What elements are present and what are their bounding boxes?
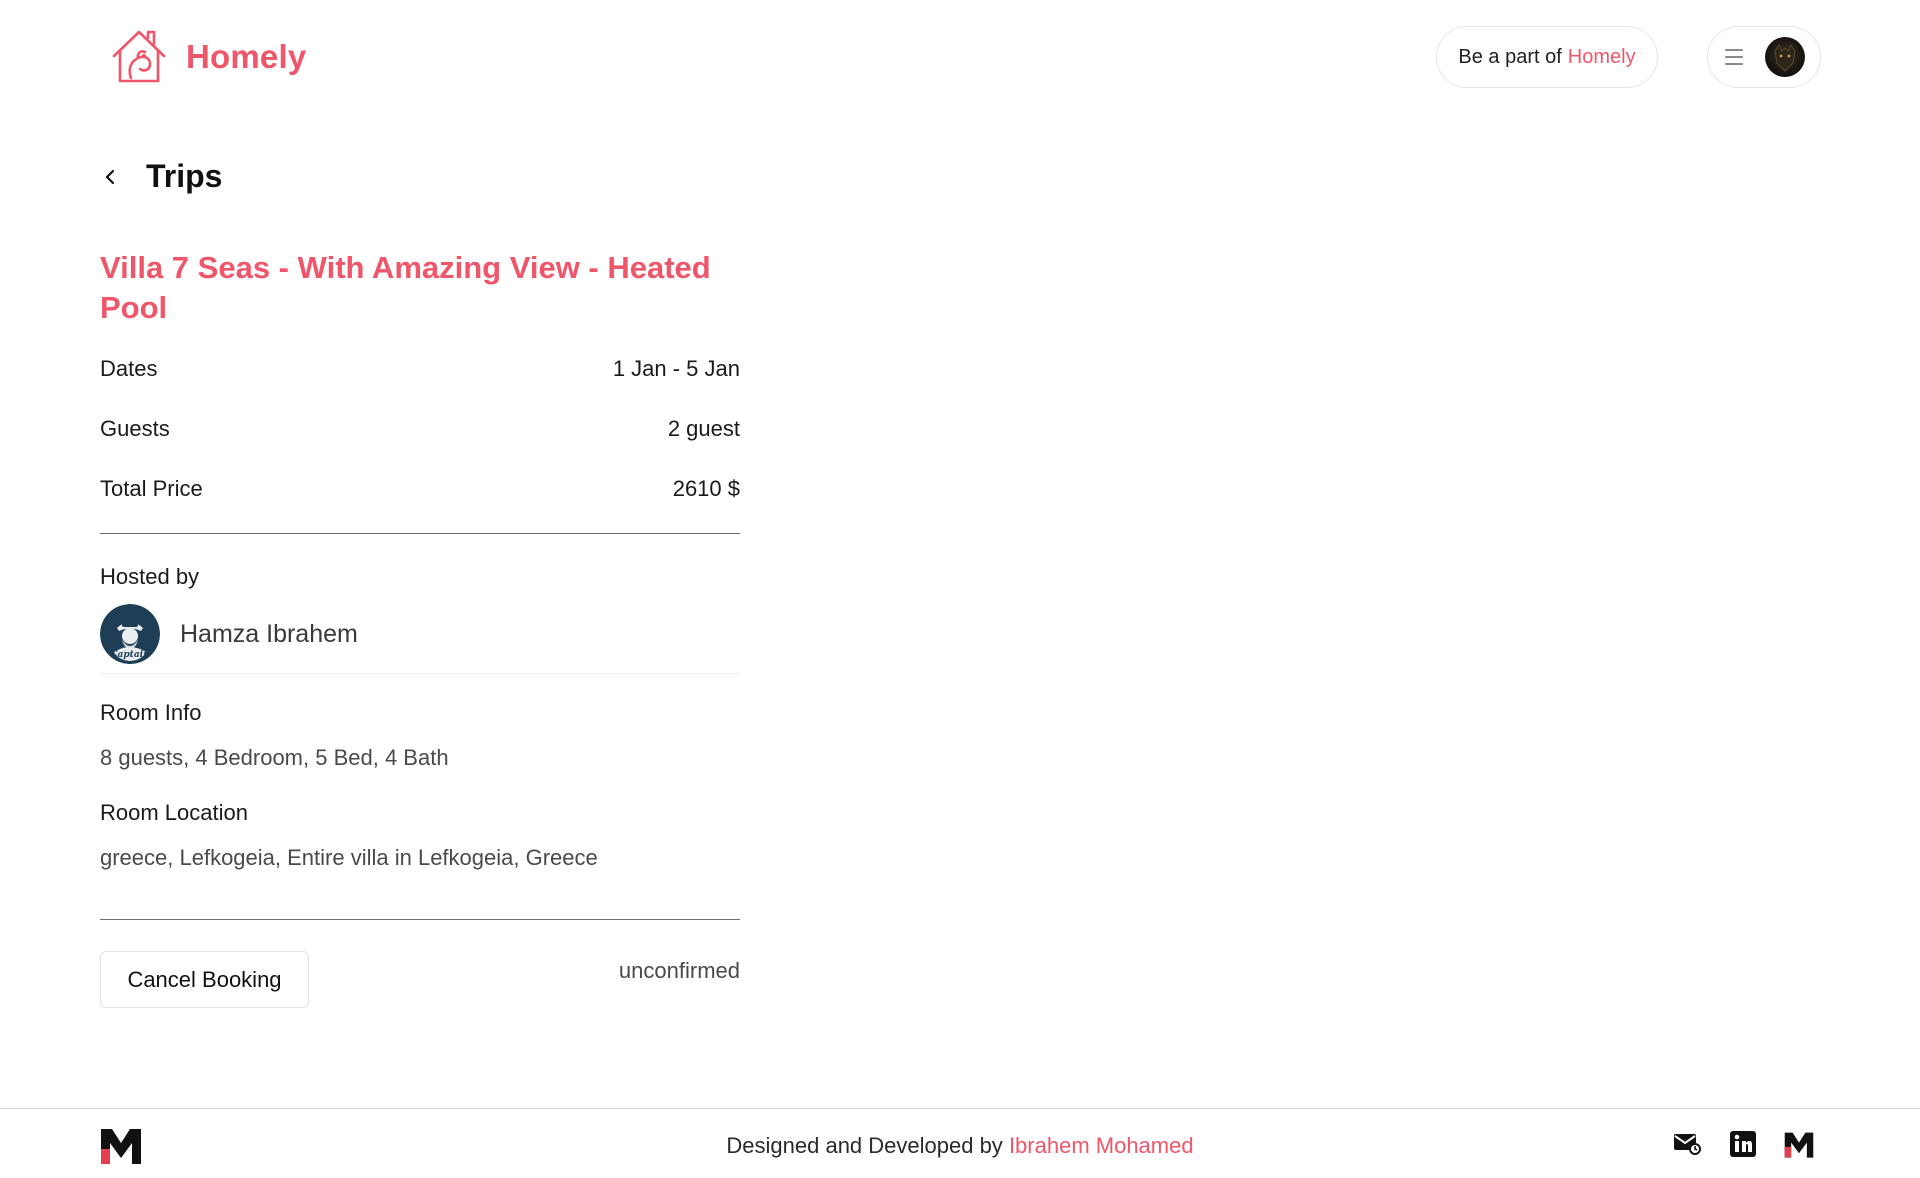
booking-status: unconfirmed — [618, 958, 740, 983]
user-avatar — [1765, 37, 1805, 77]
listing-title[interactable]: Villa 7 Seas - With Amazing View - Heate… — [100, 248, 760, 328]
top-navbar: Homely Be a part of Homely — [0, 0, 1920, 116]
host-avatar: Captain — [100, 604, 160, 664]
user-menu-button[interactable] — [1707, 26, 1821, 88]
divider — [100, 533, 740, 534]
credit-prefix: Designed and Developed by — [726, 1133, 1003, 1158]
portfolio-logo-icon[interactable] — [1784, 1129, 1814, 1159]
guests-row: Guests 2 guest — [100, 416, 740, 442]
dates-row: Dates 1 Jan - 5 Jan — [100, 356, 740, 382]
brand-link[interactable]: Homely — [108, 26, 306, 88]
linkedin-icon[interactable] — [1728, 1129, 1758, 1159]
chevron-left-icon — [105, 169, 115, 184]
total-price-label: Total Price — [100, 476, 203, 501]
dates-label: Dates — [100, 356, 158, 381]
divider — [100, 673, 740, 674]
page-title: Trips — [146, 158, 223, 194]
mail-icon[interactable] — [1672, 1129, 1702, 1159]
total-price-row: Total Price 2610 $ — [100, 476, 740, 502]
dates-value: 1 Jan - 5 Jan — [612, 356, 740, 381]
host-cta-brand: Homely — [1567, 45, 1636, 68]
divider — [100, 919, 740, 920]
page-header: Trips — [100, 158, 222, 195]
homely-logo-icon — [112, 30, 166, 83]
host-name: Hamza Ibrahem — [180, 619, 358, 648]
trip-details-page: Homely Be a part of Homely Trips Villa 7… — [0, 0, 1920, 1178]
guests-label: Guests — [100, 416, 170, 441]
become-host-button[interactable]: Be a part of Homely — [1436, 26, 1658, 88]
brand-name: Homely — [186, 38, 307, 75]
host-info[interactable]: Captain Hamza Ibrahem — [100, 604, 358, 664]
room-info-label: Room Info — [100, 700, 202, 725]
room-info-text: 8 guests, 4 Bedroom, 5 Bed, 4 Bath — [100, 745, 449, 770]
room-location-label: Room Location — [100, 800, 248, 825]
hamburger-menu-icon — [1725, 49, 1743, 65]
back-button[interactable] — [100, 162, 120, 192]
hosted-by-label: Hosted by — [100, 564, 200, 589]
host-cta-prefix: Be a part of — [1458, 45, 1562, 68]
guests-value: 2 guest — [667, 416, 740, 441]
footer: Designed and Developed by Ibrahem Mohame… — [0, 1108, 1920, 1178]
total-price-value: 2610 $ — [672, 476, 740, 501]
room-location-text: greece, Lefkogeia, Entire villa in Lefko… — [100, 845, 598, 870]
social-links — [1672, 1129, 1814, 1159]
footer-credit: Designed and Developed by Ibrahem Mohame… — [0, 1133, 1920, 1159]
cancel-booking-button[interactable]: Cancel Booking — [100, 951, 309, 1008]
svg-text:Captain: Captain — [110, 650, 149, 660]
credit-name-link[interactable]: Ibrahem Mohamed — [1009, 1133, 1194, 1158]
